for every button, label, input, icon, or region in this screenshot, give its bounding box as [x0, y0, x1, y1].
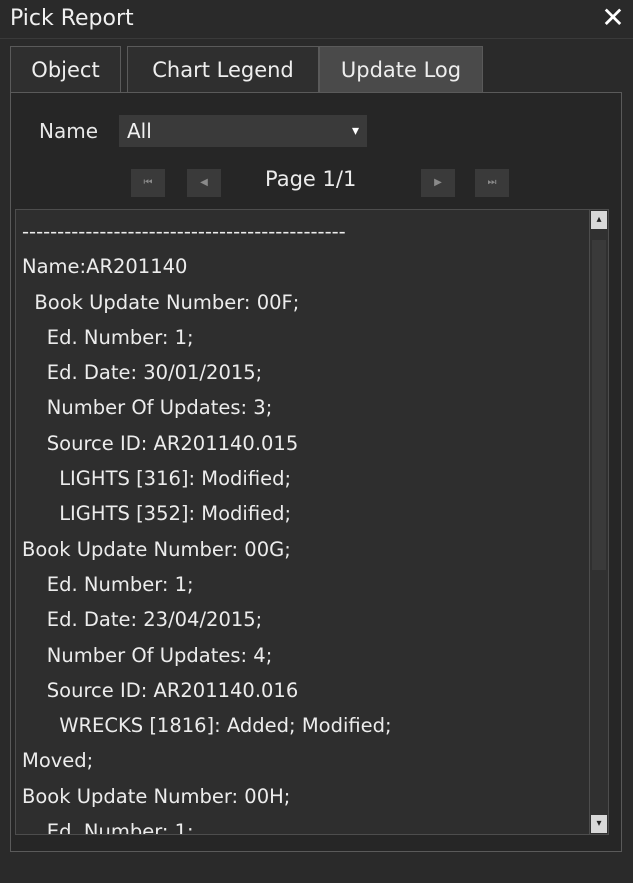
update-log-panel: Name All ▾ ⏮ ◀ Page 1/1 ▶ ⏭ ------------… [10, 92, 622, 852]
log-line: Book Update Number: 00F; [22, 290, 300, 314]
title-bar: Pick Report ✕ [0, 0, 633, 39]
log-line: LIGHTS [352]: Modified; [22, 502, 292, 526]
next-page-button[interactable]: ▶ [421, 169, 455, 197]
first-page-button[interactable]: ⏮ [131, 169, 165, 197]
log-scrollbar[interactable]: ▴ ▾ [589, 209, 609, 835]
log-line: LIGHTS [316]: Modified; [22, 467, 292, 491]
pick-report-window: Pick Report ✕ Object Chart Legend Update… [0, 0, 633, 883]
log-line: Book Update Number: 00H; [22, 784, 291, 808]
tab-update-log[interactable]: Update Log [319, 46, 483, 92]
log-line: Ed. Date: 30/01/2015; [22, 361, 263, 385]
log-line: ----------------------------------------… [22, 220, 346, 243]
page-indicator: Page 1/1 [265, 167, 357, 191]
last-page-button[interactable]: ⏭ [475, 169, 509, 197]
log-line: Number Of Updates: 3; [22, 396, 273, 420]
next-page-icon: ▶ [434, 177, 442, 188]
log-line: Ed. Number: 1; [22, 572, 194, 596]
log-line: WRECKS [1816]: Added; Modified; [22, 714, 392, 738]
log-line: Ed. Number: 1; [22, 820, 194, 835]
tab-object[interactable]: Object [10, 46, 121, 92]
log-lines: ----------------------------------------… [22, 214, 582, 835]
log-line: Ed. Number: 1; [22, 325, 194, 349]
close-icon[interactable]: ✕ [599, 4, 627, 32]
prev-page-button[interactable]: ◀ [187, 169, 221, 197]
first-page-icon: ⏮ [143, 177, 153, 188]
prev-page-icon: ◀ [200, 177, 208, 188]
name-filter-label: Name [39, 119, 99, 143]
log-line: Name:AR201140 [22, 255, 188, 279]
log-line: Source ID: AR201140.016 [22, 678, 299, 702]
log-line: Ed. Date: 23/04/2015; [22, 608, 263, 632]
name-filter-select[interactable]: All ▾ [119, 115, 367, 147]
name-filter-value: All [127, 119, 152, 143]
chevron-down-icon: ▾ [351, 123, 359, 139]
scroll-down-icon[interactable]: ▾ [591, 815, 607, 833]
scroll-thumb[interactable] [592, 240, 606, 570]
log-line: Book Update Number: 00G; [22, 537, 291, 561]
log-line: Source ID: AR201140.015 [22, 431, 299, 455]
log-line: Number Of Updates: 4; [22, 643, 273, 667]
tab-chart-legend[interactable]: Chart Legend [127, 46, 319, 92]
scroll-up-icon[interactable]: ▴ [591, 211, 607, 229]
log-line: Moved; [22, 749, 94, 773]
update-log-text-area[interactable]: ----------------------------------------… [15, 209, 596, 835]
window-title: Pick Report [10, 6, 134, 31]
last-page-icon: ⏭ [487, 177, 497, 188]
